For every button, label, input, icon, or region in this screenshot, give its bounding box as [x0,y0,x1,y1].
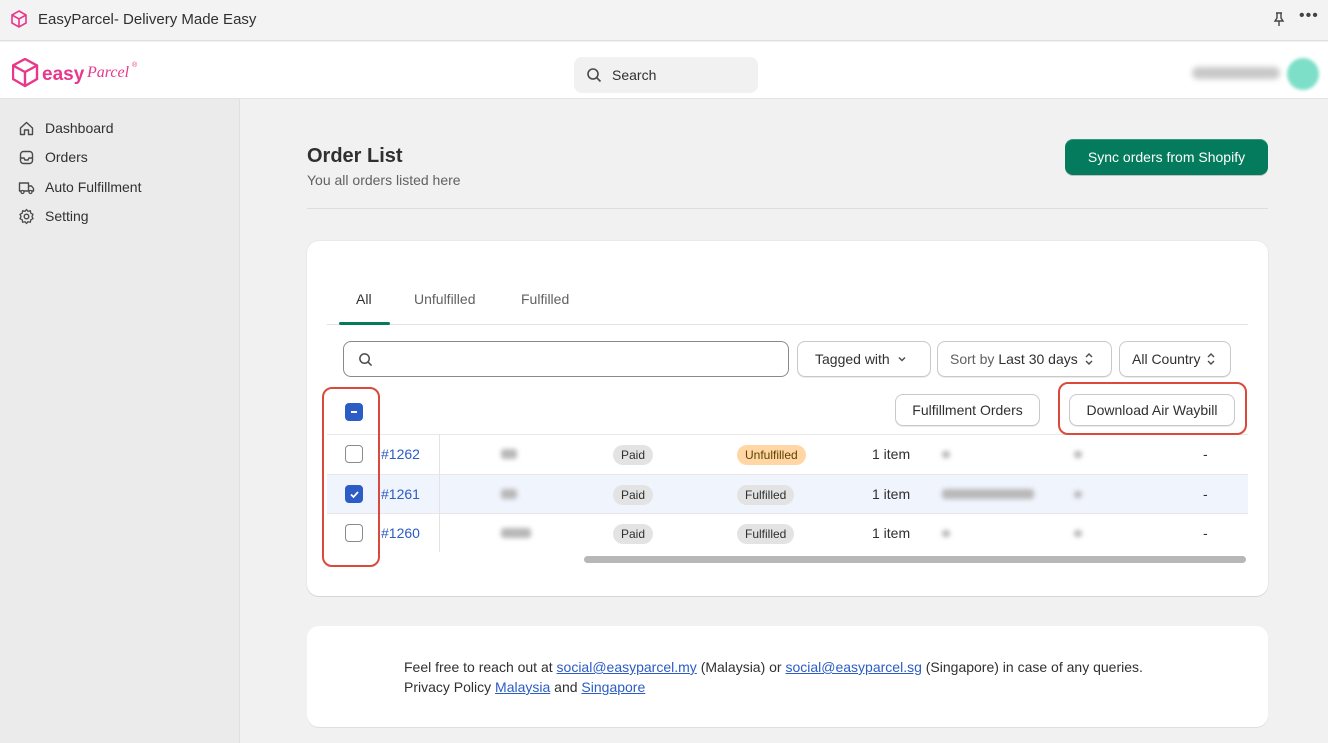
tabs-divider [327,324,1248,325]
svg-text:®: ® [132,61,138,69]
courier-redacted [1074,530,1082,537]
privacy-singapore-link[interactable]: Singapore [581,679,645,695]
privacy-line: Privacy Policy Malaysia and Singapore [404,679,645,695]
order-search-input[interactable] [343,341,789,377]
page-subtitle: You all orders listed here [307,172,461,188]
customer-redacted [501,489,517,499]
tagged-with-label: Tagged with [815,351,890,367]
tracking-redacted [942,489,1034,499]
tab-fulfilled[interactable]: Fulfilled [521,291,569,307]
tracking-redacted [942,530,950,537]
privacy-text: Privacy Policy [404,679,492,695]
select-arrows-icon [1207,353,1215,365]
payment-status-badge: Paid [613,524,654,544]
contact-text: (Singapore) in case of any queries. [925,659,1143,675]
item-count: 1 item [872,525,911,541]
contact-text: Feel free to reach out at [404,659,553,675]
sort-prefix: Sort by [950,351,995,367]
payment-status-badge: Paid [613,445,654,465]
gear-icon [19,208,34,224]
country-value: All Country [1132,351,1201,367]
home-icon [19,121,34,135]
truck-icon [18,181,35,194]
extra-value: - [1203,525,1208,541]
item-count: 1 item [872,486,911,502]
payment-status-badge: Paid [613,485,654,505]
global-search-input[interactable]: Search [574,57,758,93]
user-name-redacted[interactable] [1192,67,1280,79]
svg-text:Parcel: Parcel [86,64,130,81]
tab-unfulfilled[interactable]: Unfulfilled [414,291,475,307]
horizontal-scrollbar[interactable] [584,556,1246,563]
sidebar-item-label: Dashboard [45,120,114,136]
sidebar-item-label: Auto Fulfillment [45,179,142,195]
app-header: easy Parcel ® Search [0,42,1328,99]
more-options-icon[interactable]: ••• [1299,7,1319,25]
easyparcel-logo: easy Parcel ® [12,58,138,88]
extra-value: - [1203,486,1208,502]
order-link[interactable]: #1260 [381,525,420,541]
window-title: EasyParcel- Delivery Made Easy [38,11,257,28]
courier-redacted [1074,451,1082,458]
item-count: 1 item [872,446,911,462]
pin-icon[interactable] [1271,11,1287,27]
header-divider [307,208,1268,209]
extra-value: - [1203,446,1208,462]
sidebar-item-label: Setting [45,208,89,224]
fulfillment-status-badge: Fulfilled [737,524,795,544]
tab-all[interactable]: All [356,291,372,307]
column-divider [439,435,440,552]
svg-text:easy: easy [42,64,85,85]
cube-app-icon [11,10,27,28]
country-select[interactable]: All Country [1119,341,1231,377]
sidebar-item-label: Orders [45,149,88,165]
sidebar-item-auto-fulfillment[interactable]: Auto Fulfillment [18,176,141,198]
inbox-icon [19,150,34,164]
chevron-down-icon [898,357,906,362]
fulfillment-orders-button[interactable]: Fulfillment Orders [895,394,1040,426]
customer-redacted [501,528,531,538]
tracking-redacted [942,451,950,458]
order-link[interactable]: #1262 [381,446,420,462]
privacy-malaysia-link[interactable]: Malaysia [495,679,550,695]
order-link[interactable]: #1261 [381,486,420,502]
active-tab-indicator [339,322,390,325]
sort-select[interactable]: Sort by Last 30 days [937,341,1112,377]
sidebar-item-orders[interactable]: Orders [18,146,88,168]
sync-orders-button[interactable]: Sync orders from Shopify [1065,139,1268,175]
select-arrows-icon [1085,353,1093,365]
sidebar: Dashboard Orders Auto Fulfillment Settin… [0,99,240,743]
privacy-text: and [554,679,578,695]
search-icon [359,353,373,367]
checkbox-column-highlight [322,387,380,567]
courier-redacted [1074,491,1082,498]
email-singapore-link[interactable]: social@easyparcel.sg [785,659,921,675]
footer-card [307,626,1268,727]
window-title-bar: EasyParcel- Delivery Made Easy ••• [0,0,1328,41]
search-placeholder: Search [612,67,657,83]
email-malaysia-link[interactable]: social@easyparcel.my [557,659,697,675]
search-icon [587,68,602,83]
page-title: Order List [307,145,403,167]
fulfillment-status-badge: Fulfilled [737,485,795,505]
sidebar-item-dashboard[interactable]: Dashboard [18,117,114,139]
avatar[interactable] [1287,58,1319,90]
contact-line: Feel free to reach out at social@easypar… [404,659,1143,675]
fulfillment-status-badge: Unfulfilled [737,445,806,465]
customer-redacted [501,449,517,459]
download-button-highlight [1058,382,1247,435]
tagged-with-button[interactable]: Tagged with [797,341,931,377]
sidebar-item-setting[interactable]: Setting [18,205,89,227]
sort-value: Last 30 days [998,351,1078,367]
contact-text: (Malaysia) or [700,659,782,675]
